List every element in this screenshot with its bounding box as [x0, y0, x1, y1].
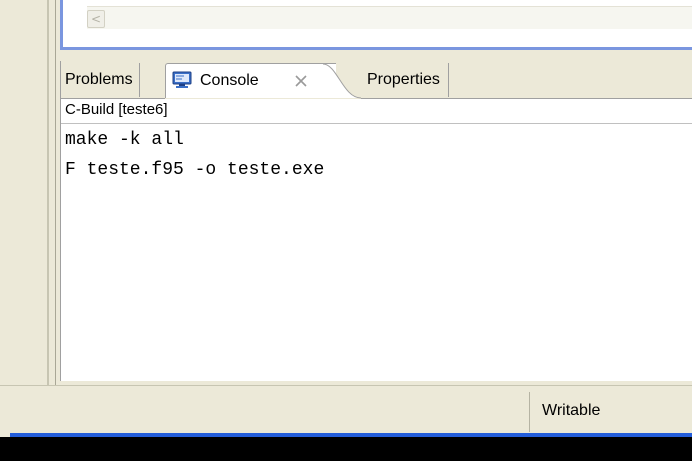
console-output[interactable]: make -k all F teste.f95 -o teste.exe: [61, 124, 692, 381]
console-view: Problems Console Properties C-Build [tes…: [60, 61, 692, 381]
taskbar: [0, 437, 692, 461]
console-line: F teste.f95 -o teste.exe: [65, 160, 325, 180]
tab-curve: [323, 63, 362, 99]
close-icon[interactable]: [294, 74, 308, 88]
console-icon: [172, 71, 192, 88]
view-tab-strip: Problems Console Properties: [61, 61, 692, 99]
left-panel-border: [55, 0, 56, 385]
left-sash[interactable]: [47, 0, 49, 385]
eclipse-window: < Problems Console Properties C-Build [t…: [0, 0, 692, 461]
status-bar: Writable: [0, 385, 692, 434]
tab-problems[interactable]: Problems: [65, 63, 140, 97]
console-line: make -k all: [65, 130, 184, 150]
scroll-left-button[interactable]: <: [87, 10, 105, 28]
left-panel-edge: [0, 0, 50, 385]
tab-console[interactable]: Console: [165, 63, 336, 98]
status-separator: [529, 392, 530, 432]
console-title: C-Build [teste6]: [65, 101, 168, 118]
tab-properties[interactable]: Properties: [367, 63, 449, 97]
tab-console-label: Console: [200, 72, 259, 89]
editor-pane[interactable]: <: [60, 0, 692, 50]
status-writable: Writable: [542, 402, 601, 419]
console-title-bar: C-Build [teste6]: [61, 99, 692, 124]
horizontal-scrollbar[interactable]: <: [87, 6, 692, 29]
